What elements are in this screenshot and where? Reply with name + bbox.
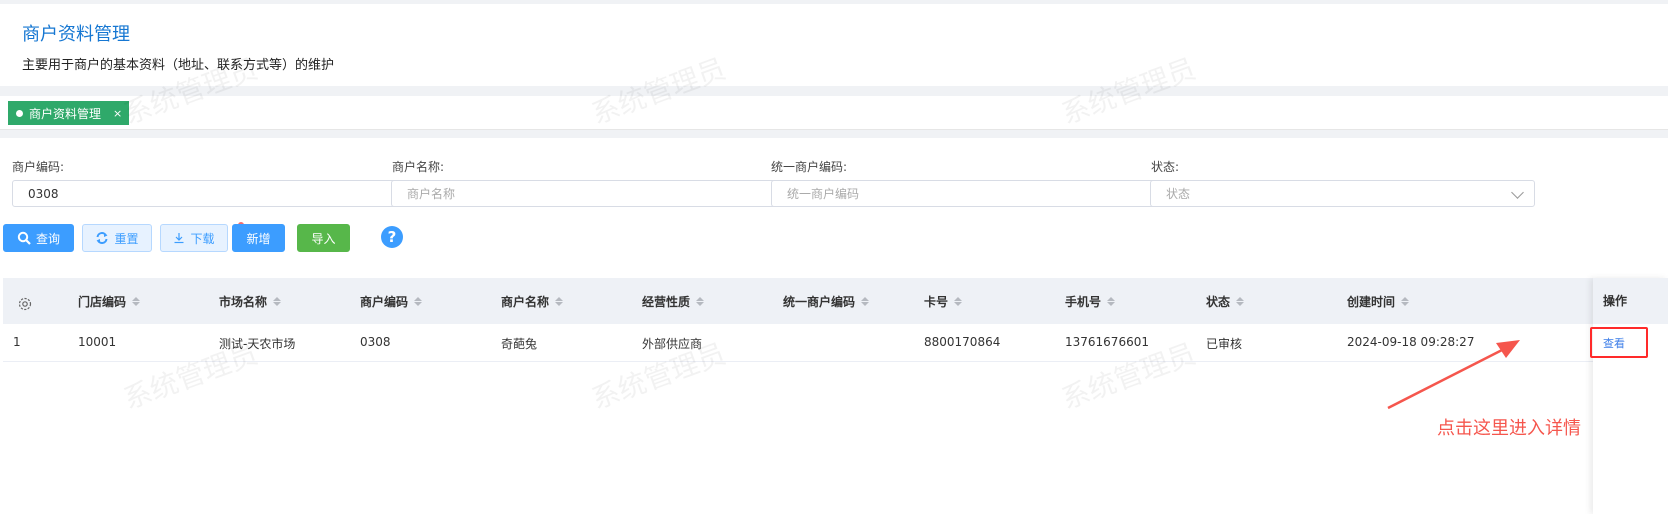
column-header-action: 操作 <box>1593 278 1668 324</box>
cell-merchant-code: 0308 <box>360 335 391 349</box>
sort-icon[interactable] <box>555 297 564 306</box>
column-header-card-no[interactable]: 卡号 <box>924 293 963 310</box>
annotation-arrow <box>1387 340 1520 410</box>
column-header-created[interactable]: 创建时间 <box>1347 293 1410 310</box>
column-header-phone[interactable]: 手机号 <box>1065 293 1116 310</box>
status-select[interactable]: 状态 <box>1150 180 1535 207</box>
action-column: 操作 查看 <box>1593 278 1668 514</box>
column-header-label: 创建时间 <box>1347 295 1396 309</box>
column-header-business-type[interactable]: 经营性质 <box>642 293 705 310</box>
active-dot-icon <box>16 109 23 117</box>
column-header-merchant-code[interactable]: 商户编码 <box>360 293 423 310</box>
sort-icon[interactable] <box>1236 297 1245 306</box>
sort-icon[interactable] <box>1107 297 1116 306</box>
download-button[interactable]: 下载 <box>160 224 228 252</box>
page-title: 商户资料管理 <box>22 24 130 45</box>
page-header: 商户资料管理 主要用于商户的基本资料（地址、联系方式等）的维护 <box>0 4 1668 86</box>
column-header-label: 状态 <box>1206 295 1231 309</box>
column-header-store-code[interactable]: 门店编码 <box>78 293 141 310</box>
cell-merchant-name: 奇葩兔 <box>501 337 538 351</box>
status-label: 状态: <box>1151 160 1180 174</box>
annotation-text: 点击这里进入详情 <box>1437 418 1581 439</box>
cell-store-code: 10001 <box>78 335 117 349</box>
column-header-label: 门店编码 <box>78 295 127 309</box>
add-button[interactable]: 新增 <box>232 224 285 252</box>
column-header-label: 商户编码 <box>360 295 409 309</box>
tab-label: 商户资料管理 <box>29 106 102 121</box>
table-header: 门店编码 市场名称 商户编码 商户名称 经营性质 统一商户编码 卡号 手机号 状… <box>3 278 1668 324</box>
column-header-label: 市场名称 <box>219 295 268 309</box>
merchant-name-label: 商户名称: <box>392 160 445 174</box>
refresh-icon <box>96 232 108 244</box>
download-icon <box>174 233 184 244</box>
merchant-name-input[interactable]: 商户名称 <box>391 180 776 207</box>
column-header-unified-code[interactable]: 统一商户编码 <box>783 293 870 310</box>
column-header-market[interactable]: 市场名称 <box>219 293 282 310</box>
merchant-code-label: 商户编码: <box>12 160 65 174</box>
merchant-code-input[interactable]: 0308 <box>12 180 397 207</box>
tab-bar: 商户资料管理 × <box>0 96 1668 130</box>
sort-icon[interactable] <box>414 297 423 306</box>
cell-card-no: 8800170864 <box>924 335 1001 349</box>
main-panel: 商户编码: 0308 商户名称: 商户名称 统一商户编码: 统一商户编码 状态:… <box>0 138 1668 514</box>
cell-market: 测试-天农市场 <box>219 337 296 351</box>
import-button[interactable]: 导入 <box>297 224 350 252</box>
column-header-label: 卡号 <box>924 295 949 309</box>
column-header-label: 统一商户编码 <box>783 295 856 309</box>
cell-phone: 13761676601 <box>1065 335 1149 349</box>
chevron-down-icon <box>1511 186 1524 199</box>
column-header-label: 商户名称 <box>501 295 550 309</box>
search-icon <box>17 231 31 245</box>
sort-icon[interactable] <box>696 297 705 306</box>
sort-icon[interactable] <box>132 297 141 306</box>
close-icon[interactable]: × <box>113 107 122 120</box>
unified-code-label: 统一商户编码: <box>771 160 848 174</box>
column-header-label: 手机号 <box>1065 295 1102 309</box>
reset-button[interactable]: 重置 <box>82 224 152 252</box>
cell-status: 已审核 <box>1206 337 1243 351</box>
status-select-placeholder: 状态 <box>1166 187 1191 201</box>
reset-button-label: 重置 <box>114 231 139 246</box>
column-header-label: 经营性质 <box>642 295 691 309</box>
sort-icon[interactable] <box>861 297 870 306</box>
query-button-label: 查询 <box>35 231 60 246</box>
sort-icon[interactable] <box>273 297 282 306</box>
sort-icon[interactable] <box>1401 297 1410 306</box>
unified-code-input[interactable]: 统一商户编码 <box>771 180 1156 207</box>
tab-merchant-profile[interactable]: 商户资料管理 × <box>8 101 129 125</box>
column-header-status[interactable]: 状态 <box>1206 293 1245 310</box>
help-icon[interactable]: ? <box>381 226 403 248</box>
column-header-merchant-name[interactable]: 商户名称 <box>501 293 564 310</box>
download-button-label: 下载 <box>190 231 215 246</box>
query-button[interactable]: 查询 <box>3 224 74 252</box>
row-index: 1 <box>13 335 21 349</box>
gear-icon[interactable] <box>18 297 32 311</box>
highlight-box <box>1590 327 1648 358</box>
page-description: 主要用于商户的基本资料（地址、联系方式等）的维护 <box>22 58 335 73</box>
sort-icon[interactable] <box>954 297 963 306</box>
cell-business-type: 外部供应商 <box>642 337 703 351</box>
